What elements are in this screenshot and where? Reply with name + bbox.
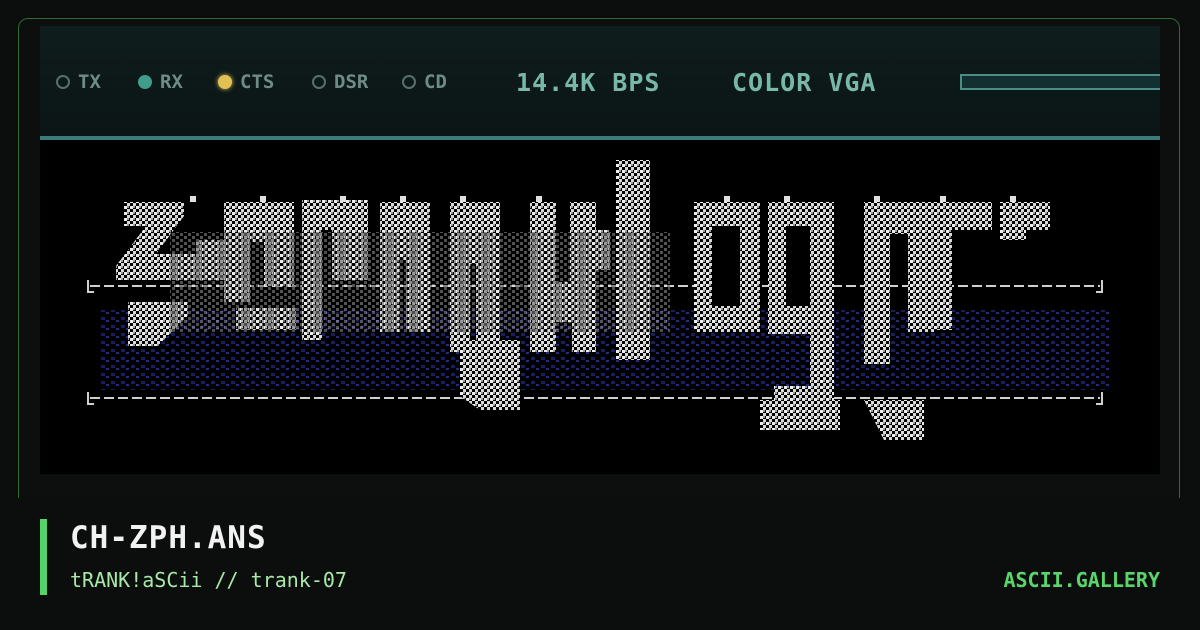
ascii-art-logo bbox=[40, 140, 1160, 474]
indicator-dsr: DSR bbox=[312, 71, 369, 93]
ascii-logo-icon bbox=[87, 160, 1110, 440]
modem-status-bar: TX RX CTS DSR CD 14.4K BPS COLOR VGA bbox=[40, 26, 1160, 140]
rx-led-icon bbox=[138, 75, 152, 89]
indicator-cts: CTS bbox=[218, 71, 275, 93]
display-mode: COLOR VGA bbox=[732, 68, 877, 97]
file-title: CH-ZPH.ANS bbox=[70, 520, 267, 556]
indicator-label: CD bbox=[424, 71, 447, 93]
accent-bar bbox=[40, 519, 47, 595]
ansi-screen: TX RX CTS DSR CD 14.4K BPS COLOR VGA bbox=[40, 26, 1160, 474]
caption-bar bbox=[0, 498, 1200, 630]
dsr-led-icon bbox=[312, 75, 326, 89]
artist-credit: tRANK!aSCii // trank-07 bbox=[70, 568, 347, 592]
indicator-label: DSR bbox=[334, 71, 369, 93]
signal-meter bbox=[960, 74, 1160, 90]
tx-led-icon bbox=[56, 75, 70, 89]
indicator-label: TX bbox=[78, 71, 101, 93]
indicator-label: RX bbox=[160, 71, 183, 93]
indicator-cd: CD bbox=[402, 71, 447, 93]
cts-led-icon bbox=[218, 75, 232, 89]
indicator-label: CTS bbox=[240, 71, 275, 93]
cd-led-icon bbox=[402, 75, 416, 89]
indicator-tx: TX bbox=[56, 71, 101, 93]
connection-speed: 14.4K BPS bbox=[516, 68, 661, 97]
site-brand-link[interactable]: ASCII.GALLERY bbox=[1003, 568, 1160, 592]
indicator-rx: RX bbox=[138, 71, 183, 93]
